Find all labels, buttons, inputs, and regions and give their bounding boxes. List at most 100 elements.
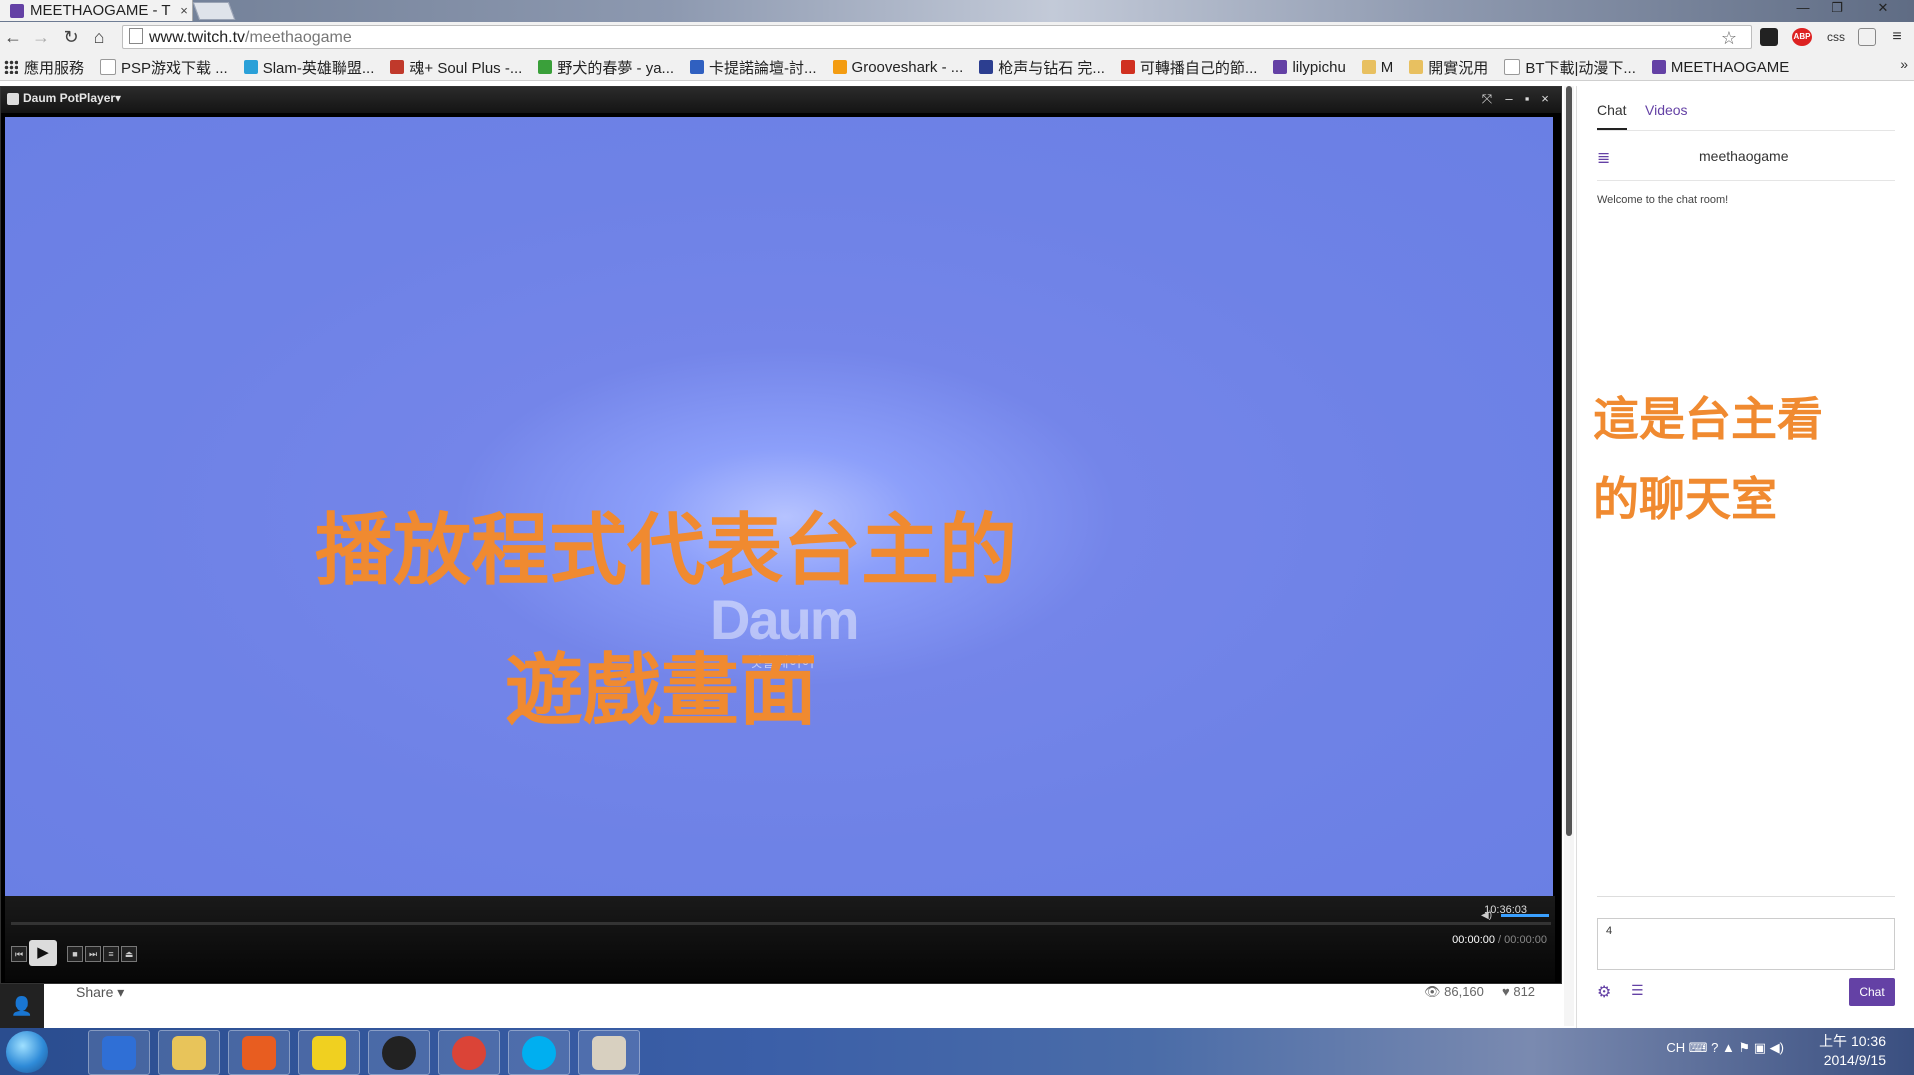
clock-time: 上午 10:36 (1819, 1033, 1886, 1049)
bookmark-favicon-icon (1651, 60, 1666, 74)
next-icon[interactable]: ⏭ (85, 946, 101, 962)
bookmark-label: 枪声与钻石 完... (998, 59, 1105, 77)
new-tab-button[interactable] (192, 2, 236, 20)
taskbar-app-potplayer-live[interactable] (88, 1030, 150, 1075)
browser-tab[interactable]: MEETHAOGAME - T × (0, 0, 193, 21)
start-button[interactable] (6, 1031, 48, 1073)
home-icon[interactable]: ⌂ (88, 26, 110, 48)
window-titlebar (0, 0, 1914, 22)
tab-chat[interactable]: Chat (1597, 102, 1627, 118)
viewer-list-icon[interactable]: ☰ (1631, 982, 1644, 999)
yellow-app-icon (312, 1036, 346, 1070)
reload-icon[interactable]: ↻ (60, 26, 82, 48)
volume-slider[interactable] (1501, 914, 1549, 917)
bookmark-label: 開實況用 (1428, 59, 1489, 77)
player-minimize-icon[interactable]: – (1501, 91, 1517, 106)
bookmark-item[interactable]: BT下載|动漫下... (1500, 57, 1636, 78)
extension-refresh-icon[interactable] (1858, 28, 1876, 46)
stop-icon[interactable]: ■ (67, 946, 83, 962)
back-arrow-icon[interactable]: ← (2, 26, 24, 48)
bookmark-item[interactable]: 枪声与钻石 完... (975, 57, 1105, 78)
minimize-button[interactable]: — (1790, 0, 1816, 18)
chat-send-button[interactable]: Chat (1849, 978, 1895, 1006)
play-button[interactable]: ▶ (29, 940, 57, 966)
flag-icon[interactable]: ⚑ (1738, 1040, 1750, 1055)
player-maximize-icon[interactable]: ▪ (1519, 91, 1535, 106)
bookmark-label: PSP游戏下载 ... (121, 59, 228, 77)
share-button[interactable]: Share ▾ (76, 984, 124, 1001)
bookmark-label: 野犬的春夢 - ya... (557, 59, 675, 77)
bookmarks-overflow-icon[interactable]: » (1900, 56, 1908, 72)
eject-icon[interactable]: ⏏ (121, 946, 137, 962)
gear-icon[interactable]: ⚙ (1597, 982, 1611, 1002)
taskbar-app-paint[interactable] (578, 1030, 640, 1075)
bookmark-favicon-icon (1273, 60, 1288, 74)
video-area[interactable]: Daum 팟플레이어 播放程式代表台主的 遊戲畫面 (5, 117, 1553, 896)
player-close-icon[interactable]: × (1537, 91, 1553, 106)
volume-icon[interactable]: ◀) (1481, 910, 1492, 921)
bookmark-item[interactable]: MEETHAOGAME (1648, 59, 1789, 76)
page-scrollbar[interactable] (1564, 86, 1574, 1026)
keyboard-icon[interactable]: ⌨ (1689, 1040, 1708, 1055)
bookmark-item[interactable]: Grooveshark - ... (829, 59, 963, 76)
previous-icon[interactable]: ⏮ (11, 946, 27, 962)
speaker-icon[interactable]: ◀) (1770, 1040, 1784, 1055)
bookmark-label: MEETHAOGAME (1670, 58, 1790, 76)
bookmark-item[interactable]: 可轉播自己的節... (1117, 57, 1257, 78)
close-window-button[interactable]: ✕ (1870, 0, 1896, 18)
obs-icon (382, 1036, 416, 1070)
player-expand-icon[interactable]: ⤧ (1479, 91, 1495, 107)
chat-input[interactable]: 4 (1597, 918, 1895, 970)
player-annotation-line2: 遊戲畫面 (505, 646, 818, 736)
address-bar[interactable]: www.twitch.tv/meethaogame ☆ (122, 25, 1752, 49)
bookmark-favicon-icon (100, 59, 117, 75)
bookmark-item[interactable]: 魂+ Soul Plus -... (386, 57, 522, 78)
bookmark-star-icon[interactable]: ☆ (1721, 26, 1737, 50)
bookmark-favicon-icon (1504, 59, 1521, 75)
css-extension-icon[interactable]: css (1822, 28, 1850, 46)
bookmark-item[interactable]: M (1358, 59, 1393, 76)
potplayer-live-icon (102, 1036, 136, 1070)
forward-arrow-icon[interactable]: → (30, 26, 52, 48)
maximize-button[interactable]: ❐ (1824, 0, 1850, 18)
extension-glasses-icon[interactable] (1760, 28, 1778, 46)
clock-date: 2014/9/15 (1823, 1052, 1886, 1068)
tray-expand-icon[interactable]: ▲ (1722, 1040, 1735, 1055)
menu-icon[interactable]: ≡ (1888, 28, 1906, 46)
bookmark-item[interactable]: 野犬的春夢 - ya... (534, 57, 674, 78)
divider (1597, 896, 1895, 897)
tab-videos[interactable]: Videos (1645, 102, 1688, 118)
seek-bar[interactable] (11, 922, 1551, 925)
user-avatar[interactable]: 👤 (0, 984, 44, 1028)
bookmark-item[interactable]: 卡提諾論壇-討... (686, 57, 817, 78)
skype-icon (522, 1036, 556, 1070)
heart-icon: ♥ (1502, 984, 1514, 999)
chat-menu-icon[interactable]: ≣ (1597, 148, 1610, 168)
follower-count: ♥ 812 (1502, 984, 1535, 999)
bookmark-item[interactable]: Slam-英雄聯盟... (240, 57, 374, 78)
player-name[interactable]: Daum PotPlayer▾ (23, 91, 121, 105)
taskbar-app-xsplit[interactable] (228, 1030, 290, 1075)
taskbar-app-chrome[interactable] (438, 1030, 500, 1075)
adblock-icon[interactable]: ABP (1792, 28, 1812, 46)
taskbar-clock[interactable]: 上午 10:36 2014/9/15 (1819, 1032, 1886, 1070)
system-tray: CH ⌨ ? ▲ ⚑ ▣ ◀) (1666, 1040, 1784, 1056)
help-icon[interactable]: ? (1711, 1040, 1718, 1055)
taskbar-app-file-explorer[interactable] (158, 1030, 220, 1075)
network-icon[interactable]: ▣ (1754, 1040, 1766, 1055)
bookmark-item[interactable]: 應用服務 (0, 57, 84, 78)
tab-close-icon[interactable]: × (176, 3, 192, 18)
user-icon: 👤 (10, 996, 34, 1016)
bookmark-item[interactable]: PSP游戏下载 ... (96, 57, 228, 78)
taskbar-app-obs[interactable] (368, 1030, 430, 1075)
taskbar-app-yellow-app[interactable] (298, 1030, 360, 1075)
paint-icon (592, 1036, 626, 1070)
chat-annotation-line1: 這是台主看 (1593, 392, 1823, 446)
bookmark-item[interactable]: 開實況用 (1405, 57, 1488, 78)
language-indicator[interactable]: CH (1666, 1040, 1685, 1055)
windows-taskbar: CH ⌨ ? ▲ ⚑ ▣ ◀) 上午 10:36 2014/9/15 (0, 1028, 1914, 1075)
scrollbar-thumb[interactable] (1566, 86, 1572, 836)
taskbar-app-skype[interactable] (508, 1030, 570, 1075)
playlist-icon[interactable]: ≡ (103, 946, 119, 962)
bookmark-item[interactable]: lilypichu (1269, 59, 1346, 76)
